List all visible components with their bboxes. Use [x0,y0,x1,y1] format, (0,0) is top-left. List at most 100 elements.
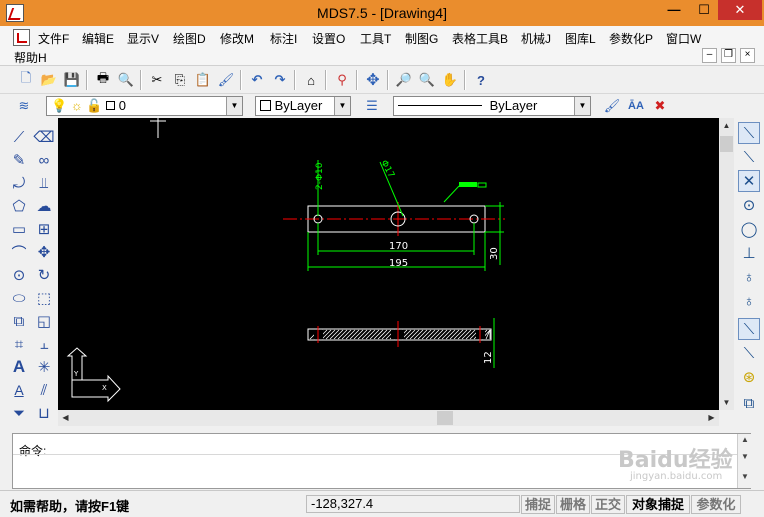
scroll-down-icon[interactable]: ▼ [738,452,752,461]
print-preview-icon[interactable]: 🔍 [116,70,136,90]
scroll-right-icon[interactable]: ▶ [704,410,719,426]
menu-table-tools[interactable]: 表格工具B [452,30,508,47]
brush-icon[interactable]: 🖌 [602,96,622,116]
circle-icon[interactable]: ⊙ [8,264,30,286]
open-folder-icon[interactable]: 📂 [39,70,59,90]
snap-center-icon[interactable]: ⊙ [738,194,760,216]
snap-none-icon[interactable]: ⧉ [738,392,760,414]
cut-icon[interactable]: ✂ [147,70,167,90]
delete-icon[interactable]: ✖ [650,96,670,116]
rotate-icon[interactable]: ↻ [33,264,55,286]
redo-icon[interactable]: ↷ [270,70,290,90]
minimize-button[interactable]: — [660,0,688,20]
menu-modify[interactable]: 修改M [220,30,254,47]
array-icon[interactable]: ⊞ [33,218,55,240]
mdi-restore-button[interactable]: ❐ [721,48,736,63]
polygon-icon[interactable]: ⬠ [8,195,30,217]
single-text-icon[interactable]: A [8,379,30,401]
pick-icon[interactable]: ⚲ [332,70,352,90]
toggle-object-snap[interactable]: 对象捕捉 [626,495,690,514]
layer-select[interactable]: 💡 ☼ 🔓 0 ▼ [46,96,243,116]
text-style-icon[interactable]: ĀA [626,96,646,116]
scroll-down-icon[interactable]: ▼ [719,395,734,410]
menu-dimension[interactable]: 标注I [270,30,297,47]
multiline-text-icon[interactable]: A [8,356,30,378]
arc-icon[interactable]: ⌒ [8,241,30,263]
match-properties-icon[interactable]: 🖌 [216,70,236,90]
ellipse-icon[interactable]: ⬭ [8,287,30,309]
scroll-down-icon[interactable]: ▼ [738,472,752,481]
snap-node-icon[interactable]: ♁ [738,290,760,312]
snap-nearest-icon[interactable]: ⟍ [738,318,760,340]
document-icon[interactable] [13,29,30,46]
mdi-close-button[interactable]: × [740,48,755,63]
hatch-icon[interactable]: ⌗ [8,333,30,355]
erase-icon[interactable]: ⌫ [33,126,55,148]
snap-quadrant-icon[interactable]: ◯ [738,218,760,240]
menu-library[interactable]: 图库L [565,30,596,47]
menu-mechanical[interactable]: 机械J [521,30,551,47]
move-icon[interactable]: ✥ [33,241,55,263]
copy-icon[interactable]: ⎘ [170,70,190,90]
mirror-icon[interactable]: ⫫ [33,172,55,194]
block-icon[interactable]: ⌂ [301,70,321,90]
scroll-thumb[interactable] [720,136,733,152]
scale-icon[interactable]: ⬚ [33,287,55,309]
lineweight-icon[interactable]: ☰ [362,96,382,116]
snap-midpoint-icon[interactable]: ⟍ [738,146,760,168]
snap-perpendicular-icon[interactable]: ⊥ [738,242,760,264]
copy-object-icon[interactable]: ∞ [33,149,55,171]
menu-settings[interactable]: 设置O [312,30,345,47]
realtime-zoom-icon[interactable]: ✋ [440,70,460,90]
scroll-up-icon[interactable]: ▲ [719,118,734,133]
horizontal-scrollbar[interactable]: ◀ ▶ [58,410,719,426]
menu-help[interactable]: 帮助H [14,49,47,66]
toggle-grid[interactable]: 栅格 [556,495,590,514]
snap-settings-icon[interactable]: ⊛ [738,366,760,388]
zoom-previous-icon[interactable]: 🔍 [417,70,437,90]
color-select[interactable]: ByLayer ▼ [255,96,351,116]
xline-icon[interactable]: ✎ [8,149,30,171]
new-file-icon[interactable]: 🗋 [16,70,36,90]
scroll-up-icon[interactable]: ▲ [738,435,752,444]
toggle-parametric[interactable]: 参数化 [691,495,741,514]
paste-icon[interactable]: 📋 [193,70,213,90]
rectangle-icon[interactable]: ▭ [8,218,30,240]
undo-icon[interactable]: ↶ [247,70,267,90]
break-icon[interactable]: ⫽ [33,379,55,401]
offset-icon[interactable]: ☁ [33,195,55,217]
toggle-ortho[interactable]: 正交 [591,495,625,514]
line-icon[interactable]: ⟋ [8,126,30,148]
snap-parallel-icon[interactable]: ⟍ [738,342,760,364]
drawing-canvas[interactable]: 2-Φ10 Φ17 170 195 30 12 Y X [58,118,719,410]
menu-parametric[interactable]: 参数化P [609,30,653,47]
help-icon[interactable]: ? [471,70,491,90]
insert-block-icon[interactable]: ⧉ [8,310,30,332]
trim-icon[interactable]: ⫠ [33,333,55,355]
zoom-window-icon[interactable]: 🔎 [394,70,414,90]
chamfer-icon[interactable]: ⊔ [33,402,55,424]
vertical-scrollbar[interactable]: ▲ ▼ [719,118,734,410]
snap-intersection-icon[interactable]: ✕ [738,170,760,192]
print-icon[interactable]: 🖶 [93,70,113,90]
snap-tangent-icon[interactable]: ♁ [738,266,760,288]
menu-tools[interactable]: 工具T [360,30,391,47]
menu-drafting[interactable]: 制图G [405,30,438,47]
snap-endpoint-icon[interactable]: ⟍ [738,122,760,144]
menu-edit[interactable]: 编辑E [82,30,114,47]
scroll-thumb[interactable] [437,411,453,425]
menu-file[interactable]: 文件F [38,30,69,47]
mdi-minimize-button[interactable]: – [702,48,717,63]
menu-window[interactable]: 窗口W [666,30,701,47]
layer-manager-icon[interactable]: ≋ [14,96,34,116]
point-icon[interactable]: ⏷ [8,402,30,424]
scroll-left-icon[interactable]: ◀ [58,410,73,426]
save-icon[interactable]: 💾 [62,70,82,90]
maximize-button[interactable]: ☐ [690,0,718,20]
menu-view[interactable]: 显示V [127,30,159,47]
stretch-icon[interactable]: ◱ [33,310,55,332]
toggle-snap[interactable]: 捕捉 [521,495,555,514]
linetype-select[interactable]: ByLayer ▼ [393,96,591,116]
close-button[interactable]: ✕ [718,0,762,20]
pan-icon[interactable]: ✥ [363,70,383,90]
